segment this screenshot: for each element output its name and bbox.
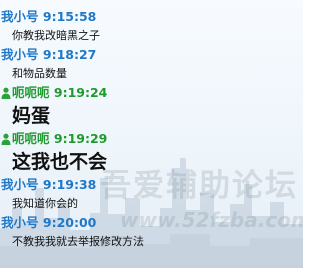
message-time: 9:19:29 — [53, 131, 108, 146]
sender-name: 我小号 — [1, 177, 39, 192]
message: 我小号 9:19:38 我知道你会的 — [0, 177, 303, 215]
message-text: 妈蛋 — [12, 105, 51, 127]
message-list: 我小号 9:15:58 你教我改暗黑之子 我小号 9:18:27 和物品数量 呃… — [0, 0, 303, 253]
message-text: 你教我改暗黑之子 — [12, 29, 100, 42]
message-text: 这我也不会 — [12, 151, 108, 173]
message-text: 不教我我就去举报修改方法 — [12, 235, 144, 248]
message-time: 9:19:24 — [53, 85, 108, 100]
sender-name: 呃呃呃 — [12, 85, 50, 100]
message-header: 我小号 9:18:27 — [0, 47, 303, 63]
message: 我小号 9:18:27 和物品数量 — [0, 47, 303, 85]
message-header: 我小号 9:15:58 — [0, 9, 303, 25]
message-text: 和物品数量 — [12, 67, 67, 80]
sender-name: 呃呃呃 — [12, 131, 50, 146]
message-time: 9:18:27 — [42, 47, 97, 62]
message-time: 9:19:38 — [42, 177, 97, 192]
person-icon — [1, 133, 11, 145]
sender-name: 我小号 — [1, 9, 39, 24]
sender-name: 我小号 — [1, 215, 39, 230]
message: 呃呃呃 9:19:24 妈蛋 — [0, 85, 303, 131]
message-header: 我小号 9:19:38 — [0, 177, 303, 193]
message: 我小号 9:20:00 不教我我就去举报修改方法 — [0, 215, 303, 253]
message-time: 9:15:58 — [42, 9, 97, 24]
chat-log: 吾爱辅助论坛 www.52fzba.com 我小号 9:15:58 你教我改暗黑… — [0, 0, 303, 268]
person-icon — [1, 87, 11, 99]
message-time: 9:20:00 — [42, 215, 97, 230]
message-header: 呃呃呃 9:19:24 — [0, 85, 303, 101]
message-header: 我小号 9:20:00 — [0, 215, 303, 231]
message-text: 我知道你会的 — [12, 197, 78, 210]
message: 呃呃呃 9:19:29 这我也不会 — [0, 131, 303, 177]
sender-name: 我小号 — [1, 47, 39, 62]
message-header: 呃呃呃 9:19:29 — [0, 131, 303, 147]
message: 我小号 9:15:58 你教我改暗黑之子 — [0, 9, 303, 47]
